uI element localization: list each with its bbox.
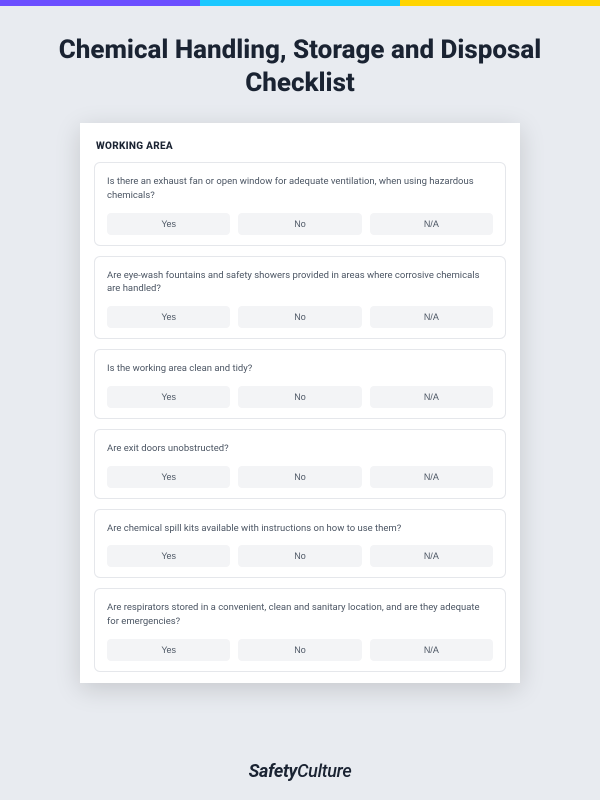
question-text: Are eye-wash fountains and safety shower… <box>107 269 493 297</box>
question-card: Are chemical spill kits available with i… <box>94 509 506 579</box>
question-card: Is the working area clean and tidy? Yes … <box>94 349 506 419</box>
question-card: Are exit doors unobstructed? Yes No N/A <box>94 429 506 499</box>
brand-light: Culture <box>297 761 351 782</box>
question-card: Is there an exhaust fan or open window f… <box>94 162 506 246</box>
answer-yes-button[interactable]: Yes <box>107 306 230 328</box>
question-card: Are respirators stored in a convenient, … <box>94 588 506 672</box>
bar-segment-cyan <box>200 0 400 6</box>
answer-no-button[interactable]: No <box>238 466 361 488</box>
answer-na-button[interactable]: N/A <box>370 386 493 408</box>
answer-yes-button[interactable]: Yes <box>107 386 230 408</box>
top-accent-bar <box>0 0 600 6</box>
section-header-working-area: WORKING AREA <box>96 141 504 152</box>
answer-no-button[interactable]: No <box>238 306 361 328</box>
question-text: Is there an exhaust fan or open window f… <box>107 175 493 203</box>
brand-bold: Safety <box>249 761 297 782</box>
answer-row: Yes No N/A <box>107 639 493 661</box>
answer-no-button[interactable]: No <box>238 213 361 235</box>
checklist-form: WORKING AREA Is there an exhaust fan or … <box>80 123 520 683</box>
question-card: Are eye-wash fountains and safety shower… <box>94 256 506 340</box>
answer-na-button[interactable]: N/A <box>370 639 493 661</box>
question-text: Is the working area clean and tidy? <box>107 362 493 376</box>
answer-yes-button[interactable]: Yes <box>107 639 230 661</box>
question-text: Are chemical spill kits available with i… <box>107 522 493 536</box>
answer-row: Yes No N/A <box>107 213 493 235</box>
answer-na-button[interactable]: N/A <box>370 466 493 488</box>
bar-segment-purple <box>0 0 200 6</box>
brand-logo: SafetyCulture <box>0 761 600 782</box>
page-title: Chemical Handling, Storage and Disposal … <box>40 34 560 99</box>
answer-row: Yes No N/A <box>107 466 493 488</box>
question-text: Are respirators stored in a convenient, … <box>107 601 493 629</box>
question-text: Are exit doors unobstructed? <box>107 442 493 456</box>
answer-row: Yes No N/A <box>107 386 493 408</box>
answer-na-button[interactable]: N/A <box>370 213 493 235</box>
answer-yes-button[interactable]: Yes <box>107 545 230 567</box>
answer-no-button[interactable]: No <box>238 386 361 408</box>
answer-no-button[interactable]: No <box>238 545 361 567</box>
answer-row: Yes No N/A <box>107 545 493 567</box>
answer-na-button[interactable]: N/A <box>370 306 493 328</box>
answer-na-button[interactable]: N/A <box>370 545 493 567</box>
bar-segment-yellow <box>400 0 600 6</box>
answer-row: Yes No N/A <box>107 306 493 328</box>
answer-yes-button[interactable]: Yes <box>107 213 230 235</box>
answer-yes-button[interactable]: Yes <box>107 466 230 488</box>
answer-no-button[interactable]: No <box>238 639 361 661</box>
